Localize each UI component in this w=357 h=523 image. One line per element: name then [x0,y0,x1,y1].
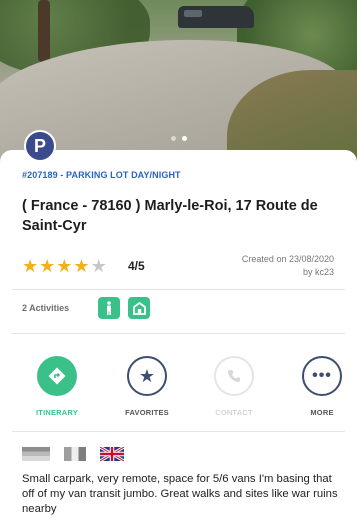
star-icon: ★ [22,256,40,276]
itinerary-button[interactable]: ITINERARY [17,356,97,417]
created-info: Created on 23/08/2020 by kc23 [242,253,334,279]
star-icon: ★ [127,356,167,396]
place-description: Small carpark, very remote, space for 5/… [22,473,338,515]
rating-stars[interactable]: ★★★★★ [22,256,108,277]
favorites-button[interactable]: ★ FAVORITES [107,356,187,417]
photo-van [178,6,254,28]
grey-flag-icon[interactable] [22,447,50,461]
itinerary-label: ITINERARY [36,408,78,417]
divider [12,431,345,432]
carousel-dot[interactable] [170,136,176,141]
photo-tree-trunk [38,0,50,62]
more-button[interactable]: ••• MORE [282,356,357,417]
divider [12,333,345,334]
more-icon: ••• [302,356,342,396]
contact-label: CONTACT [215,408,253,417]
created-date: Created on 23/08/2020 [241,254,334,264]
phone-icon [214,356,254,396]
star-icon: ★ [39,256,57,276]
uk-flag-icon[interactable] [100,447,124,461]
created-author[interactable]: by kc23 [242,266,334,279]
star-icon: ★ [56,256,74,276]
favorites-label: FAVORITES [125,408,169,417]
divider [12,289,345,290]
grey-flag-icon[interactable] [64,447,86,461]
directions-icon [37,356,77,396]
parking-badge-icon: P [24,130,56,162]
activities-label[interactable]: 2 Activities [22,303,69,313]
star-icon: ★ [73,256,91,276]
place-id-category: #207189 - PARKING LOT DAY/NIGHT [22,170,181,180]
star-empty-icon: ★ [90,256,108,276]
contact-button[interactable]: CONTACT [194,356,274,417]
rating-score: 4/5 [128,259,145,273]
carousel-dot-active[interactable] [181,136,187,141]
hiking-icon[interactable] [98,297,120,319]
rating-row: ★★★★★ 4/5 Created on 23/08/2020 by kc23 [22,253,334,287]
place-title: ( France - 78160 ) Marly-le-Roi, 17 Rout… [22,198,318,234]
action-bar: ITINERARY ★ FAVORITES CONTACT ••• MORE [0,356,357,420]
more-label: MORE [310,408,334,417]
building-icon[interactable] [128,297,150,319]
